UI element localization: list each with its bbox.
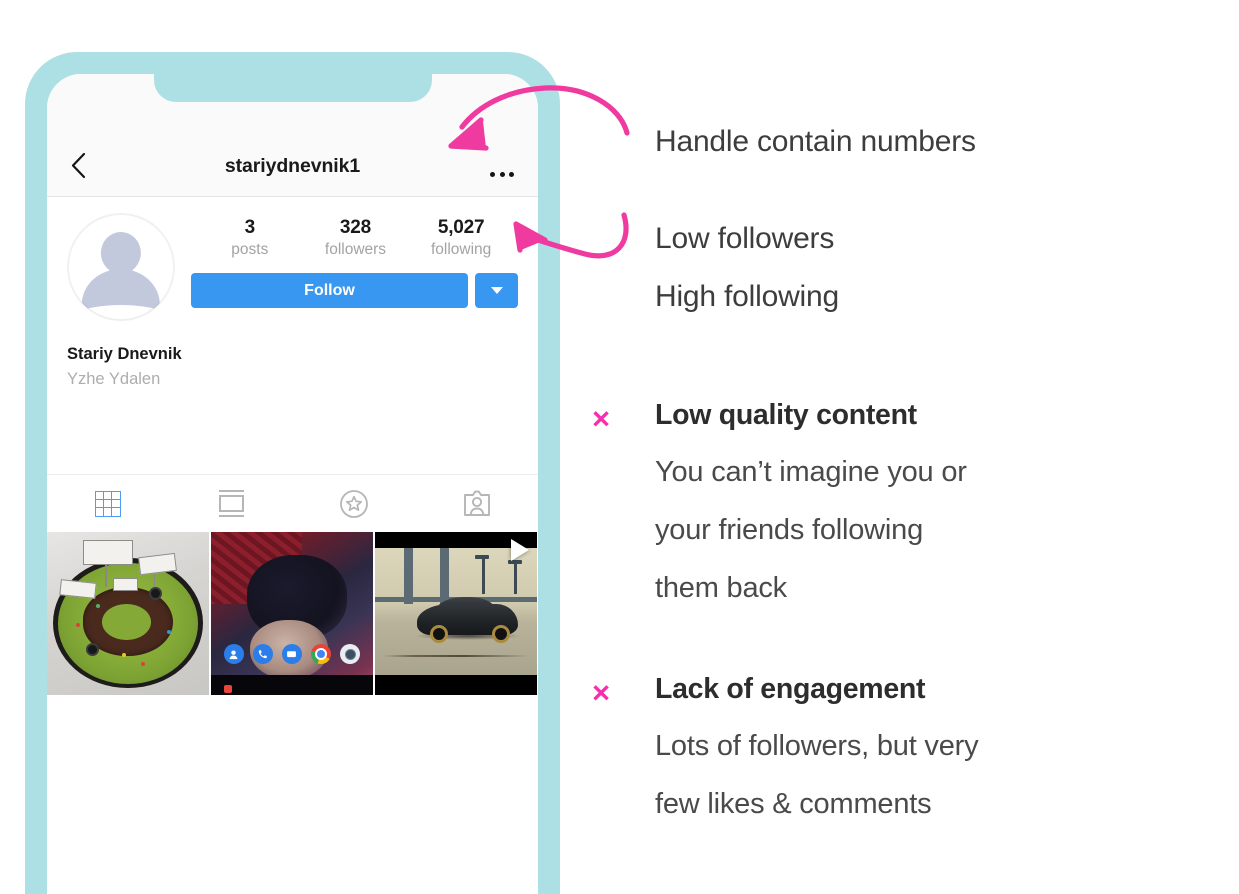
- x-mark-icon: ×: [592, 401, 611, 436]
- profile-bio-block: Stariy Dnevnik Yzhe Ydalen: [67, 343, 518, 411]
- bullet-2-line-1: Lots of followers, but very: [655, 730, 979, 762]
- bullet-2-title: Lack of engagement: [655, 673, 926, 705]
- annotations-panel: Handle contain numbers Low followers Hig…: [592, 0, 1215, 894]
- bullet-2-line-2: few likes & comments: [655, 788, 932, 820]
- highlights-tab[interactable]: [293, 475, 416, 532]
- stat-posts-value: 3: [244, 217, 256, 238]
- stat-following[interactable]: 5,027 following: [425, 217, 497, 260]
- stat-followers[interactable]: 328 followers: [319, 217, 391, 260]
- profile-stats-and-actions: 3 posts 328 followers 5,027 following Fo…: [175, 213, 518, 308]
- avatar[interactable]: [67, 213, 175, 321]
- bullet-lack-of-engagement: × Lack of engagement Lots of followers, …: [592, 672, 1195, 833]
- bullet-1-line-1: You can’t imagine you or: [655, 456, 967, 488]
- phone-frame: stariydnevnik1 3 posts 328 followers 5,0…: [25, 52, 560, 894]
- bullet-1-line-3: them back: [655, 572, 787, 604]
- profile-handle: stariydnevnik1: [224, 155, 361, 177]
- post-grid: [47, 532, 538, 695]
- post-thumbnail-cake[interactable]: [47, 532, 209, 695]
- note-high-following-line: High following: [655, 280, 839, 313]
- bullet-1-line-2: your friends following: [655, 514, 924, 546]
- profile-top-row: 3 posts 328 followers 5,027 following Fo…: [67, 213, 518, 321]
- phone-app-icon: [252, 644, 273, 665]
- avatar-ring: [68, 214, 174, 320]
- play-icon: [511, 539, 529, 561]
- chevron-down-icon[interactable]: [475, 273, 518, 308]
- contacts-app-icon: [223, 644, 244, 665]
- stats-row: 3 posts 328 followers 5,027 following: [187, 217, 518, 260]
- profile-action-row: Follow: [187, 273, 518, 308]
- bio-text: Yzhe Ydalen: [67, 370, 161, 388]
- note-low-followers: Low followers High following: [655, 210, 839, 326]
- stat-followers-label: followers: [324, 241, 387, 258]
- stat-posts[interactable]: 3 posts: [214, 217, 286, 260]
- camera-app-icon: [340, 644, 361, 665]
- note-handle-contains-numbers: Handle contain numbers: [655, 125, 976, 158]
- profile-tabs: [47, 474, 538, 532]
- grid-icon: [95, 490, 122, 517]
- grid-tab[interactable]: [47, 475, 170, 532]
- phone-screen: stariydnevnik1 3 posts 328 followers 5,0…: [47, 74, 538, 894]
- stat-posts-label: posts: [231, 241, 269, 258]
- post-thumbnail-car[interactable]: [375, 532, 537, 695]
- x-mark-icon: ×: [592, 675, 611, 710]
- more-horizontal-icon[interactable]: [490, 172, 514, 177]
- bullet-2-body: Lots of followers, but very few likes & …: [655, 717, 979, 833]
- post-thumbnail-homescreen[interactable]: [211, 532, 373, 695]
- bullet-1-body: You can’t imagine you or your friends fo…: [655, 443, 967, 617]
- follow-button[interactable]: Follow: [191, 273, 468, 308]
- display-name: Stariy Dnevnik: [67, 345, 182, 363]
- note-low-followers-line: Low followers: [655, 222, 835, 255]
- profile-header: 3 posts 328 followers 5,027 following Fo…: [47, 197, 538, 411]
- list-tab[interactable]: [170, 475, 293, 532]
- bullet-low-quality-content: × Low quality content You can’t imagine …: [592, 398, 1195, 617]
- tagged-tab[interactable]: [415, 475, 538, 532]
- star-circle-icon: [339, 489, 368, 518]
- homescreen-dock: [216, 638, 368, 671]
- caret-triangle: [490, 287, 503, 294]
- bullet-1-title: Low quality content: [655, 399, 917, 431]
- tagged-person-icon: [463, 490, 490, 516]
- page-root: stariydnevnik1 3 posts 328 followers 5,0…: [0, 0, 1239, 894]
- chrome-app-icon: [311, 644, 331, 665]
- stat-following-value: 5,027: [437, 217, 485, 238]
- stat-following-label: following: [430, 241, 492, 258]
- stat-followers-value: 328: [339, 217, 372, 238]
- messages-app-icon: [281, 644, 302, 665]
- phone-notch: [153, 52, 432, 102]
- card-list-icon: [218, 490, 244, 517]
